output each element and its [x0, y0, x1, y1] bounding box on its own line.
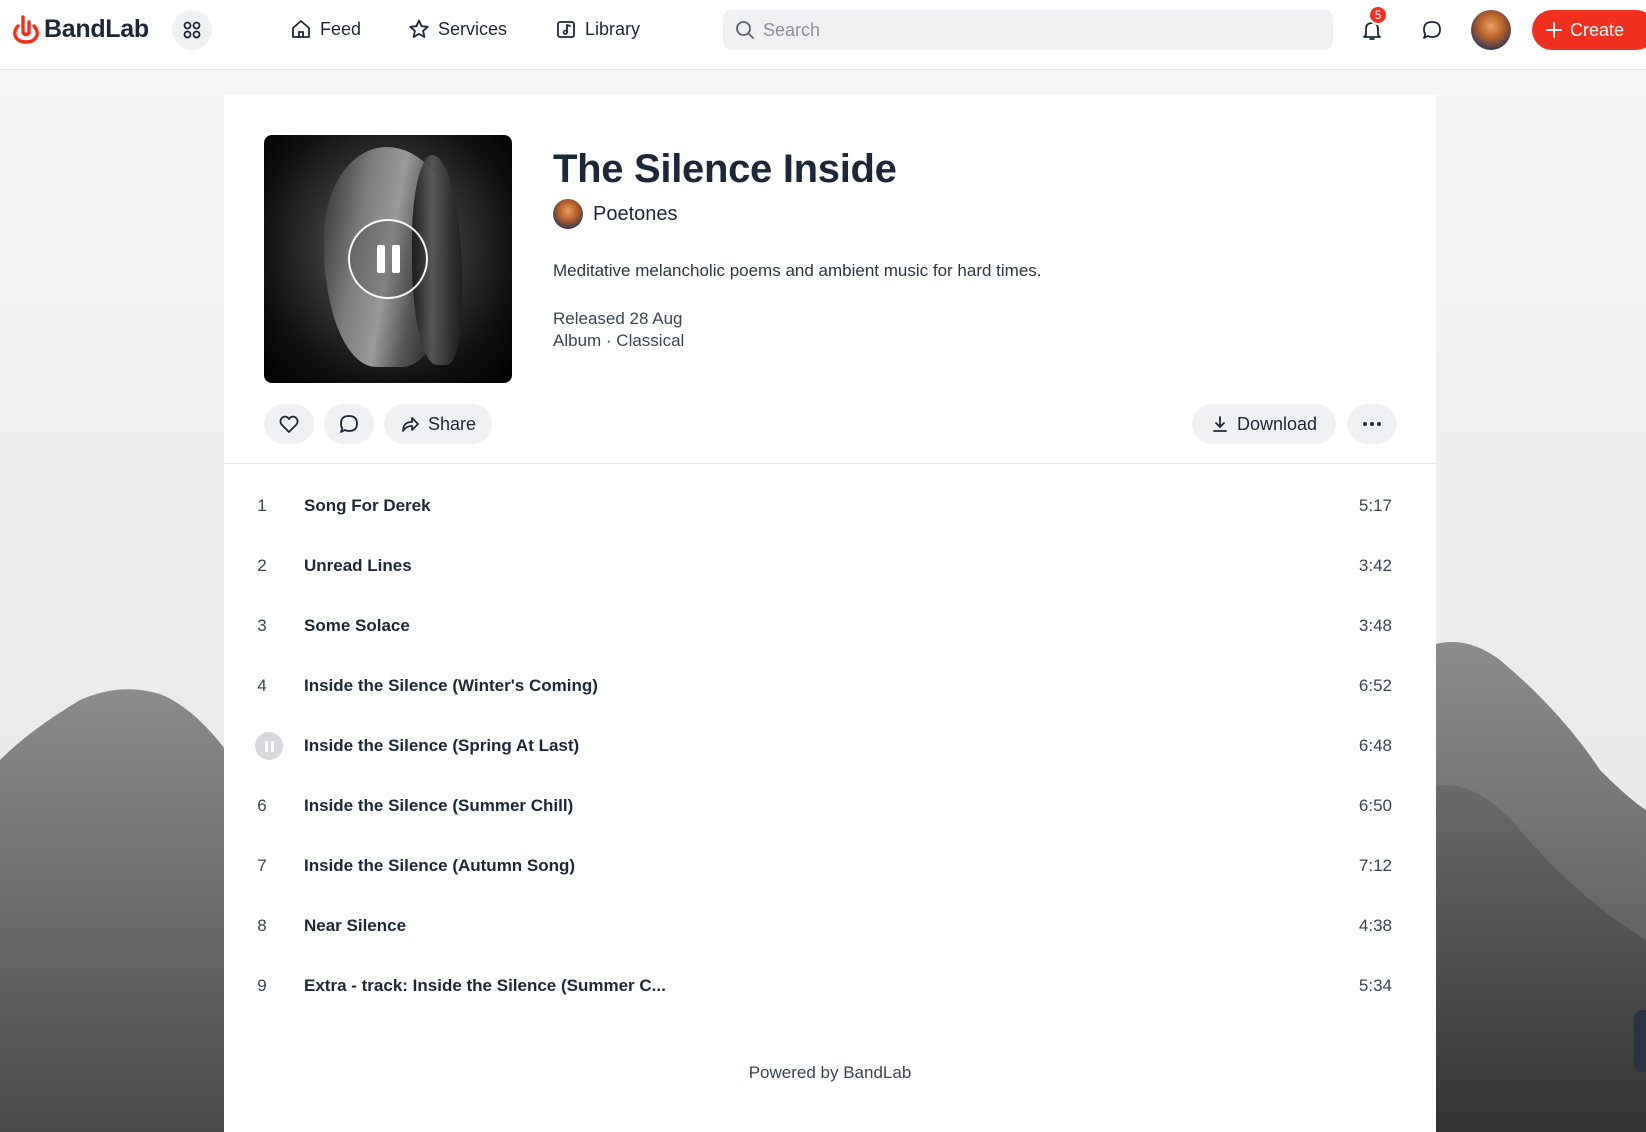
table-row[interactable]: 1 Song For Derek 5:17: [224, 476, 1436, 536]
create-button[interactable]: Create: [1532, 10, 1646, 50]
pause-icon-bar-right: [391, 245, 400, 273]
track-duration: 3:48: [1358, 616, 1392, 635]
notification-count-badge: 5: [1368, 5, 1388, 25]
search-bar[interactable]: [723, 10, 1333, 50]
track-title: Near Silence: [304, 916, 407, 935]
artist-name: Poetones: [593, 202, 678, 225]
like-button[interactable]: [264, 404, 314, 444]
track-list: 1 Song For Derek 5:17 2 Unread Lines 3:4…: [224, 476, 1436, 1016]
track-title: Unread Lines: [304, 556, 412, 575]
more-dots-icon: [1363, 422, 1381, 426]
track-number: 3: [257, 616, 267, 635]
track-duration: 5:34: [1358, 976, 1392, 995]
pause-icon-bar-left: [264, 740, 268, 752]
search-input[interactable]: [763, 19, 1303, 41]
plus-icon: [1546, 22, 1562, 38]
album-title: The Silence Inside: [553, 147, 897, 191]
table-row[interactable]: 9 Extra - track: Inside the Silence (Sum…: [224, 956, 1436, 1016]
comment-icon: [340, 415, 358, 433]
track-number: 8: [257, 916, 267, 935]
nav-feed-link[interactable]: Feed: [290, 18, 361, 40]
share-button[interactable]: Share: [384, 404, 492, 444]
album-pause-button[interactable]: [348, 219, 428, 299]
messages-button[interactable]: [1414, 12, 1450, 48]
share-label: Share: [427, 413, 477, 434]
bandlab-logo-icon: [13, 15, 39, 44]
table-row[interactable]: 3 Some Solace 3:48: [224, 596, 1436, 656]
track-duration: 3:42: [1358, 556, 1392, 575]
library-icon: [557, 21, 575, 38]
track-duration: 6:52: [1358, 676, 1392, 695]
track-number: 2: [257, 556, 267, 575]
nav-library-label: Library: [585, 18, 641, 39]
heart-icon: [279, 415, 299, 433]
nav-feed-label: Feed: [320, 18, 362, 39]
track-duration: 6:48: [1358, 736, 1392, 755]
release-date: Released 28 Aug: [553, 309, 683, 328]
more-options-button[interactable]: [1347, 404, 1397, 444]
track-duration: 6:50: [1358, 796, 1392, 815]
nav-services-link[interactable]: Services: [408, 18, 507, 40]
track-title: Some Solace: [304, 616, 410, 635]
track-number: 4: [257, 676, 267, 695]
chat-bubble-icon: [1423, 21, 1441, 39]
track-duration: 4:38: [1358, 916, 1392, 935]
track-title: Inside the Silence (Winter's Coming): [304, 676, 598, 695]
album-description: Meditative melancholic poems and ambient…: [553, 261, 1042, 280]
header-divider: [224, 463, 1436, 464]
feedback-side-tab[interactable]: [1634, 1010, 1646, 1072]
track-duration: 5:17: [1358, 496, 1392, 515]
track-title: Inside the Silence (Summer Chill): [304, 796, 574, 815]
star-icon: [409, 19, 429, 38]
album-card: The Silence Inside Poetones Meditative m…: [224, 95, 1436, 1132]
track-number: 6: [257, 796, 267, 815]
apps-grid-icon: [183, 21, 201, 39]
pause-icon-bar-right: [270, 740, 274, 752]
track-duration: 7:12: [1358, 856, 1392, 875]
album-cover[interactable]: [264, 135, 512, 383]
comment-button[interactable]: [324, 404, 374, 444]
track-number: 7: [257, 856, 267, 875]
table-row[interactable]: 4 Inside the Silence (Winter's Coming) 6…: [224, 656, 1436, 716]
table-row-now-playing[interactable]: Inside the Silence (Spring At Last) 6:48: [224, 716, 1436, 776]
table-row[interactable]: 8 Near Silence 4:38: [224, 896, 1436, 956]
home-icon: [292, 20, 310, 38]
create-label: Create: [1570, 19, 1625, 40]
track-title: Inside the Silence (Spring At Last): [304, 736, 580, 755]
nav-services-label: Services: [438, 18, 508, 39]
powered-by-footer: Powered by BandLab: [748, 1063, 912, 1082]
pause-icon-bar-left: [376, 245, 385, 273]
album-type-genre: Album · Classical: [553, 331, 685, 350]
apps-menu-button[interactable]: [172, 10, 212, 50]
download-label: Download: [1236, 413, 1318, 434]
search-icon: [736, 21, 754, 39]
nav-library-link[interactable]: Library: [555, 18, 640, 40]
artist-link[interactable]: Poetones: [553, 199, 678, 229]
track-number: 9: [257, 976, 267, 995]
track-number: 1: [257, 496, 267, 515]
track-title: Inside the Silence (Autumn Song): [304, 856, 576, 875]
table-row[interactable]: 2 Unread Lines 3:42: [224, 536, 1436, 596]
download-icon: [1213, 416, 1227, 432]
share-arrow-icon: [402, 417, 419, 432]
top-navigation-bar: BandLab Feed Services Library Search 5 C…: [0, 0, 1646, 70]
track-pause-button[interactable]: [255, 732, 283, 760]
track-title: Extra - track: Inside the Silence (Summe…: [304, 976, 666, 995]
user-avatar[interactable]: [1471, 10, 1511, 50]
brand-name: BandLab: [44, 14, 149, 43]
table-row[interactable]: 6 Inside the Silence (Summer Chill) 6:50: [224, 776, 1436, 836]
table-row[interactable]: 7 Inside the Silence (Autumn Song) 7:12: [224, 836, 1436, 896]
bandlab-logo[interactable]: BandLab: [12, 14, 149, 44]
artist-avatar: [553, 199, 583, 229]
track-title: Song For Derek: [304, 496, 431, 515]
download-button[interactable]: Download: [1192, 404, 1336, 444]
